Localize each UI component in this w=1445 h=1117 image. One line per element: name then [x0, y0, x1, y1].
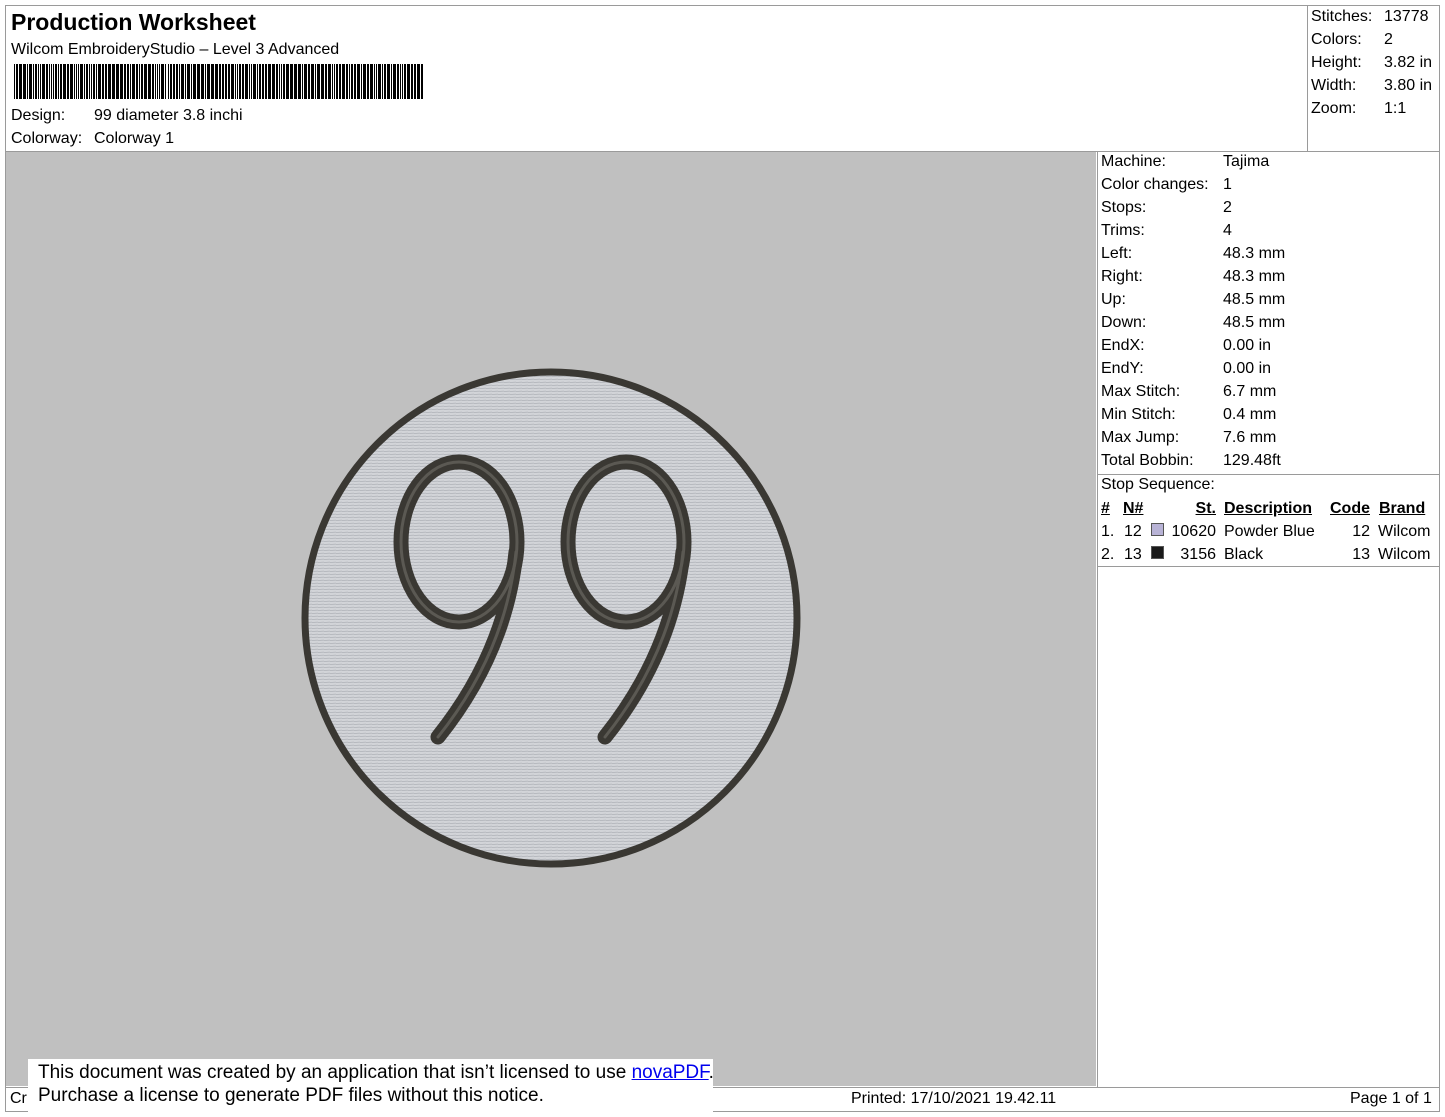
- detail-label: Color changes:: [1101, 176, 1209, 193]
- detail-value: 48.3 mm: [1223, 245, 1286, 262]
- stop-row-st: 10620: [1171, 523, 1217, 540]
- detail-label: Trims:: [1101, 222, 1145, 239]
- detail-label: EndX:: [1101, 337, 1145, 354]
- detail-label: Total Bobbin:: [1101, 452, 1194, 469]
- color-swatch-black: [1151, 546, 1164, 559]
- detail-value: 48.3 mm: [1223, 268, 1286, 285]
- col-desc-header: Description: [1224, 500, 1313, 517]
- detail-value: 0.4 mm: [1223, 406, 1277, 423]
- stitches-value: 13778: [1384, 8, 1429, 25]
- detail-value: 0.00 in: [1223, 337, 1272, 354]
- detail-label: Left:: [1101, 245, 1133, 262]
- detail-label: Min Stitch:: [1101, 406, 1176, 423]
- details-divider-1: [1097, 474, 1440, 475]
- license-notice-line1: This document was created by an applicat…: [38, 1062, 714, 1084]
- width-value: 3.80 in: [1384, 77, 1433, 94]
- col-n-header: N#: [1123, 500, 1144, 517]
- detail-value: 48.5 mm: [1223, 314, 1286, 331]
- license-notice-line2: Purchase a license to generate PDF files…: [38, 1085, 544, 1106]
- stop-row-brand: Wilcom: [1378, 523, 1431, 540]
- design-text: 99: [0, 0, 1, 1]
- stitches-label: Stitches:: [1311, 8, 1373, 25]
- zoom-value: 1:1: [1384, 100, 1407, 117]
- detail-value: 48.5 mm: [1223, 291, 1286, 308]
- page-title: Production Worksheet: [11, 9, 256, 35]
- zoom-label: Zoom:: [1311, 100, 1357, 117]
- detail-label: Down:: [1101, 314, 1147, 331]
- stop-row-st: 3156: [1180, 546, 1216, 563]
- width-label: Width:: [1311, 77, 1357, 94]
- detail-value: Tajima: [1223, 153, 1270, 170]
- detail-value: 1: [1223, 176, 1232, 193]
- detail-value: 4: [1223, 222, 1232, 239]
- colors-label: Colors:: [1311, 31, 1362, 48]
- color-swatch-powder-blue: [1151, 523, 1164, 536]
- detail-value: 2: [1223, 199, 1232, 216]
- design-value: 99 diameter 3.8 inchi: [94, 107, 243, 124]
- design-label: Design:: [11, 107, 66, 124]
- notice-prefix: This document was created by an applicat…: [38, 1062, 632, 1083]
- stop-row-brand: Wilcom: [1378, 546, 1431, 563]
- embroidery-design: [301, 368, 801, 868]
- col-num-header: #: [1101, 500, 1110, 517]
- page-number: Page 1 of 1: [1350, 1090, 1432, 1107]
- detail-label: Up:: [1101, 291, 1126, 308]
- detail-value: 7.6 mm: [1223, 429, 1277, 446]
- stop-row-n: 13: [1124, 546, 1142, 563]
- detail-label: Right:: [1101, 268, 1143, 285]
- notice-suffix: .: [708, 1062, 714, 1083]
- stop-row-n: 12: [1124, 523, 1142, 540]
- stop-row-desc: Black: [1224, 546, 1264, 563]
- detail-label: EndY:: [1101, 360, 1144, 377]
- detail-value: 0.00 in: [1223, 360, 1272, 377]
- colorway-label: Colorway:: [11, 130, 83, 147]
- stop-row-code: 12: [1352, 523, 1370, 540]
- detail-label: Max Stitch:: [1101, 383, 1181, 400]
- stop-sequence-title: Stop Sequence:: [1101, 476, 1215, 493]
- detail-label: Machine:: [1101, 153, 1166, 170]
- stop-row-desc: Powder Blue: [1224, 523, 1315, 540]
- details-divider-2: [1097, 566, 1440, 567]
- stop-row-num: 2.: [1101, 546, 1115, 563]
- col-code-header: Code: [1330, 500, 1370, 517]
- height-value: 3.82 in: [1384, 54, 1433, 71]
- detail-value: 129.48ft: [1223, 452, 1281, 469]
- footer-left-text: Cr: [10, 1090, 27, 1107]
- colorway-value: Colorway 1: [94, 130, 175, 147]
- barcode: [14, 64, 423, 99]
- detail-value: 6.7 mm: [1223, 383, 1277, 400]
- height-label: Height:: [1311, 54, 1362, 71]
- col-st-header: St.: [1195, 500, 1216, 517]
- colors-value: 2: [1384, 31, 1393, 48]
- software-name: Wilcom EmbroideryStudio – Level 3 Advanc…: [11, 41, 340, 58]
- detail-label: Stops:: [1101, 199, 1147, 216]
- stop-row-num: 1.: [1101, 523, 1115, 540]
- stop-row-code: 13: [1352, 546, 1370, 563]
- col-brand-header: Brand: [1379, 500, 1426, 517]
- printed-date: Printed: 17/10/2021 19.42.11: [851, 1090, 1057, 1107]
- novapdf-link[interactable]: novaPDF: [632, 1062, 709, 1083]
- detail-label: Max Jump:: [1101, 429, 1180, 446]
